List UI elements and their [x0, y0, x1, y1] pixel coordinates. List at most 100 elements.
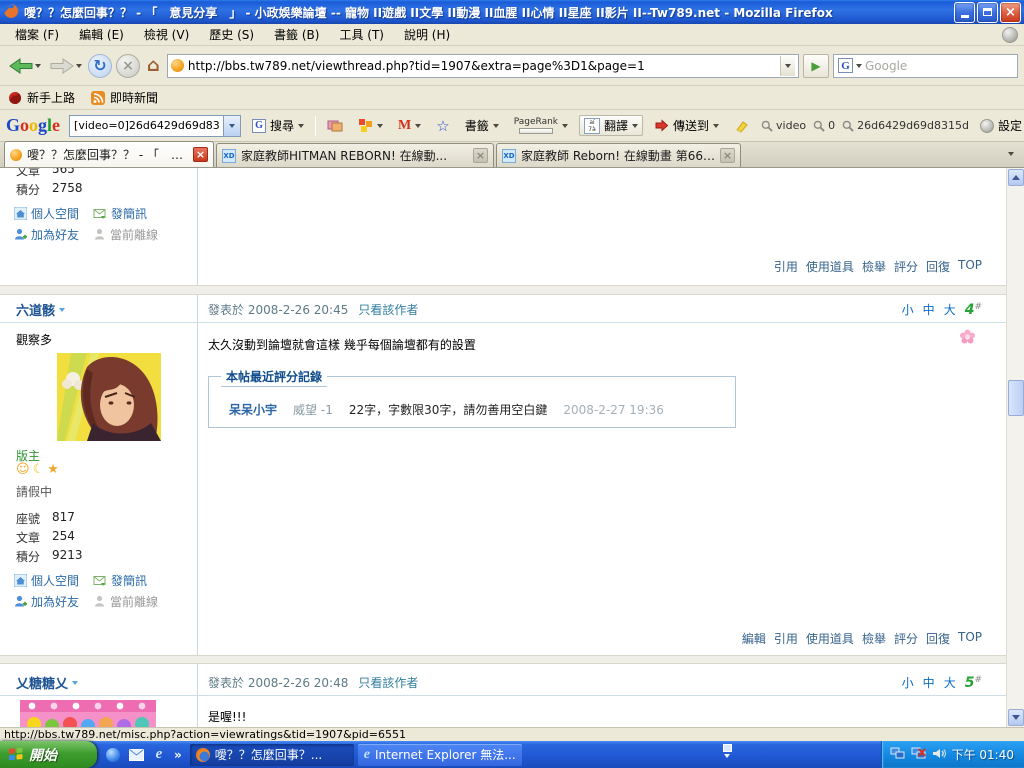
font-small-link[interactable]: 小	[902, 674, 914, 691]
bookmark-star-button[interactable]: ☆	[432, 115, 453, 137]
tab-close-button[interactable]: ×	[473, 148, 488, 163]
menu-view[interactable]: 檢視 (V)	[135, 24, 198, 45]
send-to-button[interactable]: 傳送到	[650, 115, 723, 136]
bookmark-latest-news[interactable]: 即時新聞	[91, 89, 158, 106]
pagerank-button[interactable]: PageRank	[510, 116, 572, 136]
translate-button[interactable]: aí7à 翻譯	[579, 115, 643, 136]
start-button[interactable]: 開始	[0, 741, 97, 768]
minimize-button[interactable]	[954, 2, 975, 23]
reply-link[interactable]: 回復	[926, 630, 950, 647]
top-link[interactable]: TOP	[958, 630, 982, 647]
photos-button[interactable]	[323, 117, 347, 135]
author-username[interactable]: 六道骸	[16, 300, 65, 319]
network-error-icon[interactable]	[911, 747, 926, 763]
quote-link[interactable]: 引用	[774, 258, 798, 275]
google-search-button[interactable]: G 搜尋	[248, 115, 308, 136]
font-large-link[interactable]: 大	[944, 674, 956, 691]
taskbar-task-ie[interactable]: e Internet Explorer 無法...	[358, 744, 522, 766]
only-author-link[interactable]: 只看該作者	[358, 301, 418, 318]
apps-cube-button[interactable]	[354, 116, 387, 135]
gbookmarks-button[interactable]: 書籤	[461, 115, 503, 136]
search-engine-dropdown[interactable]	[856, 64, 862, 68]
gmail-button[interactable]: M	[394, 116, 425, 136]
report-link[interactable]: 檢舉	[862, 630, 886, 647]
add-friend-link[interactable]: 加為好友	[14, 593, 79, 610]
rate-link[interactable]: 評分	[894, 630, 918, 647]
google-search-input[interactable]	[70, 119, 223, 132]
google-g-icon[interactable]: G	[838, 58, 853, 73]
menu-tools[interactable]: 工具 (T)	[330, 24, 393, 45]
reply-link[interactable]: 回復	[926, 258, 950, 275]
font-medium-link[interactable]: 中	[923, 301, 935, 318]
highlight-word-button[interactable]: 0	[813, 119, 835, 132]
menu-file[interactable]: 檔案 (F)	[6, 24, 68, 45]
font-medium-link[interactable]: 中	[923, 674, 935, 691]
quick-launch-ie-icon[interactable]: e	[151, 747, 167, 763]
only-author-link[interactable]: 只看該作者	[358, 674, 418, 691]
tab-list-dropdown[interactable]	[1002, 144, 1020, 162]
reload-button[interactable]: ↻	[88, 54, 112, 78]
url-history-dropdown[interactable]	[780, 56, 795, 76]
add-friend-link[interactable]: 加為好友	[14, 226, 79, 243]
web-search-input[interactable]	[865, 59, 1015, 73]
go-button[interactable]: ▶	[803, 54, 829, 78]
bookmark-getting-started[interactable]: 新手上路	[8, 89, 75, 106]
search-history-dropdown[interactable]	[223, 116, 240, 136]
google-search-combo[interactable]	[69, 115, 241, 137]
menu-bookmarks[interactable]: 書籤 (B)	[265, 24, 328, 45]
toolbar-settings-button[interactable]: 設定	[976, 115, 1024, 136]
send-message-link[interactable]: 發簡訊	[93, 572, 147, 589]
scroll-up-button[interactable]	[1008, 169, 1024, 186]
scrollbar-thumb[interactable]	[1008, 380, 1024, 416]
rating-user-link[interactable]: 呆呆小宇	[229, 401, 277, 418]
menu-history[interactable]: 歷史 (S)	[200, 24, 263, 45]
vertical-scrollbar[interactable]	[1006, 168, 1024, 727]
address-bar[interactable]	[167, 54, 799, 78]
restore-button[interactable]	[977, 2, 998, 23]
windows-flag-icon	[8, 747, 24, 763]
use-magic-link[interactable]: 使用道具	[806, 630, 854, 647]
font-small-link[interactable]: 小	[902, 301, 914, 318]
tab-reborn-ep66[interactable]: XD 家庭教師 Reborn! 在線動畫 第66話 -... ×	[496, 143, 741, 167]
tab-current-thread[interactable]: 噯？？怎麼回事？？ - 「 意見... ×	[4, 141, 214, 167]
quick-launch-overflow-chevron[interactable]: »	[174, 748, 182, 762]
tab-close-button[interactable]: ×	[193, 147, 208, 162]
close-button[interactable]: ×	[1000, 2, 1021, 23]
rate-flower-icon[interactable]	[959, 328, 976, 348]
volume-icon[interactable]	[932, 747, 946, 763]
highlighter-button[interactable]	[730, 117, 754, 135]
tab-reborn-hitman[interactable]: XD 家庭教師HITMAN REBORN! 在線動... ×	[216, 143, 494, 167]
author-username[interactable]: 乂糖糖乂	[16, 673, 78, 692]
back-button[interactable]	[6, 54, 43, 78]
top-link[interactable]: TOP	[958, 258, 982, 275]
rate-link[interactable]: 評分	[894, 258, 918, 275]
use-magic-link[interactable]: 使用道具	[806, 258, 854, 275]
quick-launch-media-icon[interactable]	[105, 747, 121, 763]
home-button[interactable]: ⌂	[144, 55, 163, 76]
url-input[interactable]	[188, 59, 776, 73]
floor-number-link[interactable]: 5#	[965, 675, 982, 691]
mail-icon	[93, 575, 107, 587]
stop-button[interactable]: ×	[116, 54, 140, 78]
tab-close-button[interactable]: ×	[720, 148, 735, 163]
highlight-word-button[interactable]: video	[761, 119, 806, 132]
scroll-down-button[interactable]	[1008, 709, 1024, 726]
window-titlebar[interactable]: 噯？？怎麼回事？？ - 「 意見分享 」 - 小政娛樂論壇 -- 寵物 II遊戲…	[0, 0, 1024, 24]
taskbar-task-firefox[interactable]: 噯？？怎麼回事？...	[190, 744, 354, 766]
forward-button[interactable]	[47, 54, 84, 78]
quote-link[interactable]: 引用	[774, 630, 798, 647]
highlight-word-button[interactable]: 26d6429d69d8315d	[842, 119, 969, 132]
search-box[interactable]: G	[833, 54, 1018, 78]
floor-number-link[interactable]: 4#	[965, 302, 982, 318]
collapsed-toolbar-handle[interactable]	[718, 744, 736, 765]
quick-launch-mail-icon[interactable]	[128, 747, 144, 763]
report-link[interactable]: 檢舉	[862, 258, 886, 275]
menu-edit[interactable]: 編輯 (E)	[70, 24, 133, 45]
edit-link[interactable]: 編輯	[742, 630, 766, 647]
network-icon[interactable]	[890, 747, 905, 763]
profile-space-link[interactable]: 個人空間	[14, 205, 79, 222]
send-message-link[interactable]: 發簡訊	[93, 205, 147, 222]
font-large-link[interactable]: 大	[944, 301, 956, 318]
profile-space-link[interactable]: 個人空間	[14, 572, 79, 589]
menu-help[interactable]: 說明 (H)	[395, 24, 459, 45]
